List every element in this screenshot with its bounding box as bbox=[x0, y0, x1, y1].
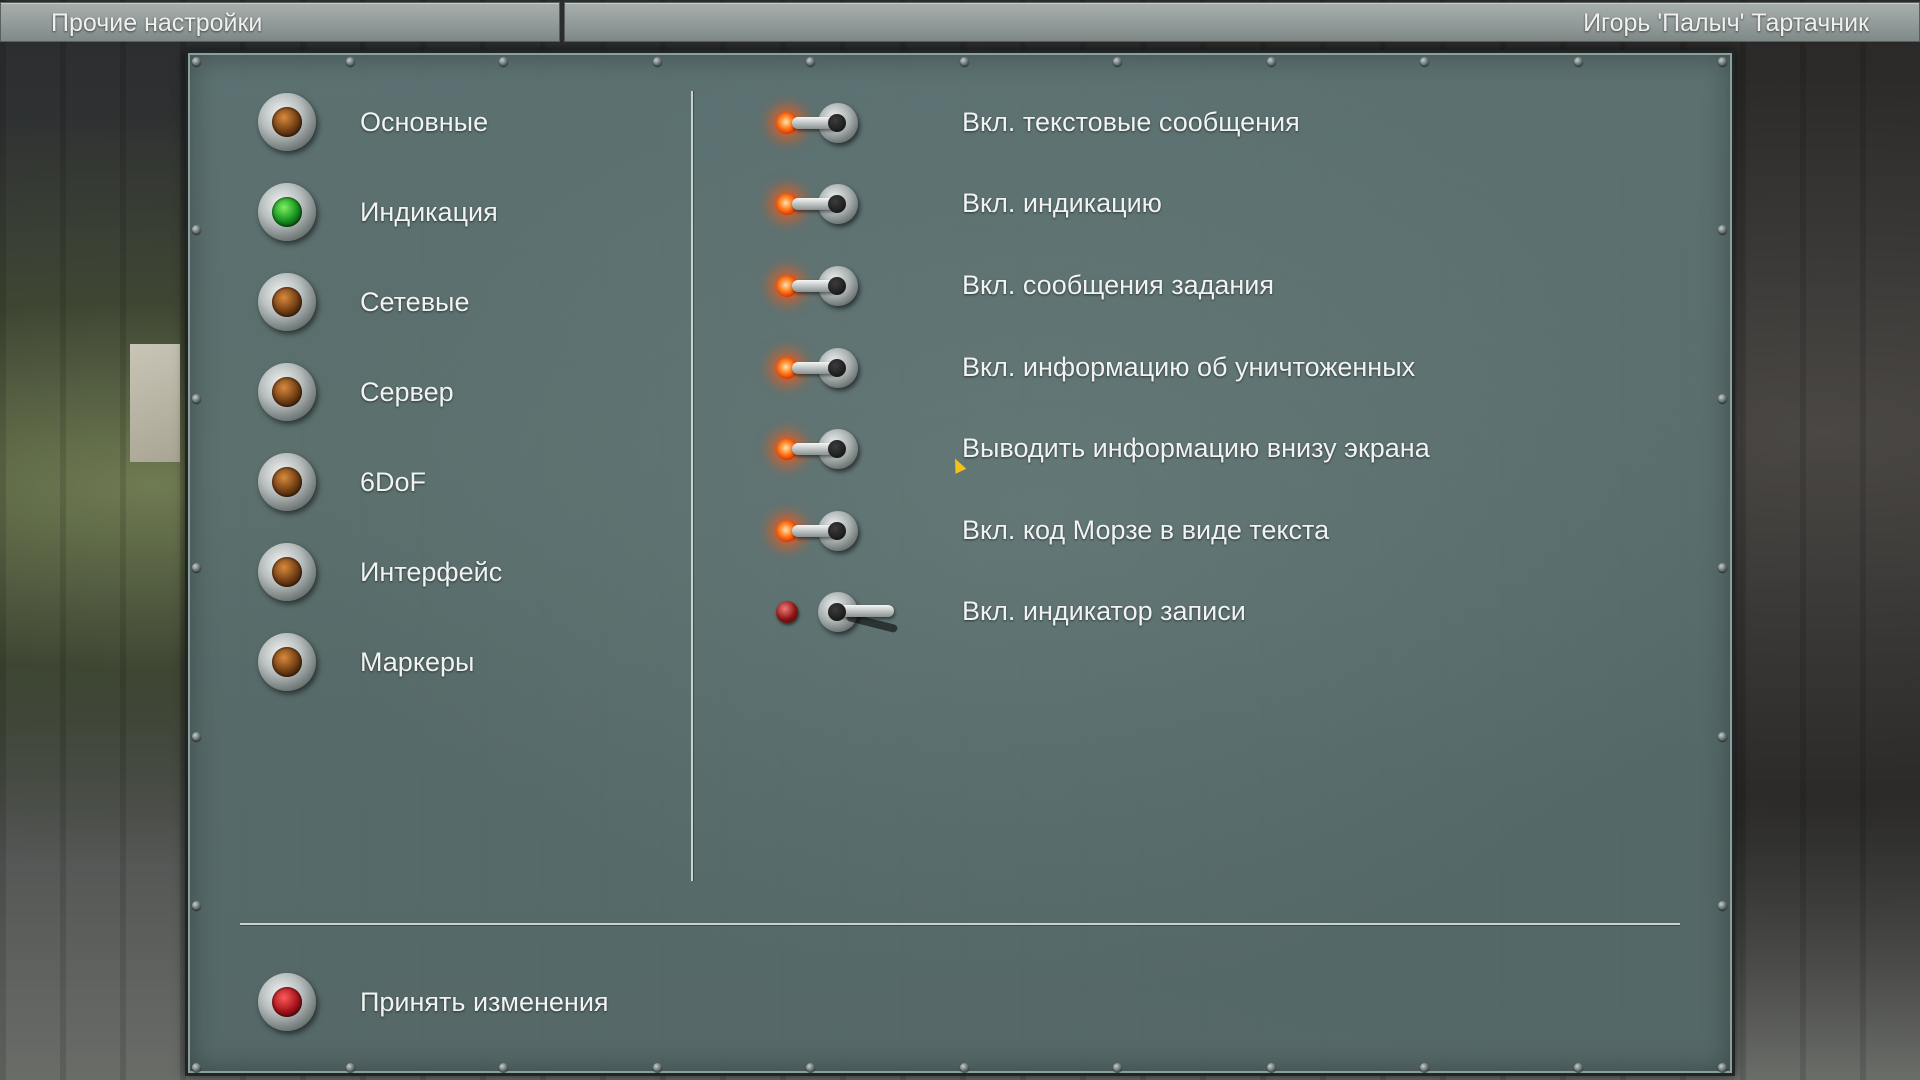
menu-item-indication[interactable]: Индикация bbox=[258, 182, 678, 242]
option-kill-info: Вкл. информацию об уничтоженных bbox=[768, 337, 1668, 397]
option-bottom-info: Выводить информацию внизу экрана bbox=[768, 418, 1668, 478]
option-label: Вкл. текстовые сообщения bbox=[962, 106, 1300, 137]
amber-lamp-icon bbox=[258, 543, 316, 601]
menu-item-interface[interactable]: Интерфейс bbox=[258, 542, 678, 602]
switch-nut bbox=[828, 195, 846, 213]
rivet bbox=[192, 563, 201, 572]
option-indication: Вкл. индикацию bbox=[768, 173, 1668, 233]
toggle-switch[interactable] bbox=[768, 92, 908, 152]
rivet bbox=[1718, 1063, 1727, 1072]
switch-nut bbox=[828, 603, 846, 621]
menu-item-network[interactable]: Сетевые bbox=[258, 272, 678, 332]
rivet bbox=[1113, 1063, 1122, 1072]
rivet bbox=[653, 57, 662, 66]
rivet bbox=[1574, 1063, 1583, 1072]
option-text-messages: Вкл. текстовые сообщения bbox=[768, 92, 1668, 152]
rivet bbox=[192, 394, 201, 403]
rivet bbox=[960, 1063, 969, 1072]
rivet bbox=[346, 57, 355, 66]
amber-lamp-icon bbox=[258, 93, 316, 151]
green-lamp-icon bbox=[258, 183, 316, 241]
background-poster bbox=[130, 344, 180, 462]
switch-nut bbox=[828, 114, 846, 132]
rivet bbox=[1574, 57, 1583, 66]
option-record-indicator: Вкл. индикатор записи bbox=[768, 581, 1668, 641]
option-label: Вкл. сообщения задания bbox=[962, 269, 1275, 300]
toggle-switch[interactable] bbox=[768, 418, 908, 478]
option-label: Вкл. индикацию bbox=[962, 187, 1162, 218]
rivet bbox=[1718, 225, 1727, 234]
option-morse-text: Вкл. код Морзе в виде текста bbox=[768, 500, 1668, 560]
rivet bbox=[192, 1063, 201, 1072]
rivet bbox=[1113, 57, 1122, 66]
rivet bbox=[653, 1063, 662, 1072]
switch-lever bbox=[838, 605, 894, 617]
page-title: Прочие настройки bbox=[0, 2, 560, 42]
rivet bbox=[1267, 57, 1276, 66]
vertical-divider bbox=[691, 91, 693, 881]
rivet bbox=[960, 57, 969, 66]
amber-lamp-icon bbox=[258, 633, 316, 691]
switch-nut bbox=[828, 522, 846, 540]
toggle-switch[interactable] bbox=[768, 337, 908, 397]
option-mission-messages: Вкл. сообщения задания bbox=[768, 255, 1668, 315]
rivet bbox=[192, 225, 201, 234]
toggle-switch[interactable] bbox=[768, 581, 908, 641]
led-off-icon bbox=[776, 601, 798, 623]
rivet bbox=[1718, 563, 1727, 572]
switch-nut bbox=[828, 277, 846, 295]
option-label: Вкл. информацию об уничтоженных bbox=[962, 351, 1416, 382]
menu-item-label: Интерфейс bbox=[360, 556, 503, 587]
apply-changes-button[interactable]: Принять изменения bbox=[258, 972, 678, 1032]
menu-item-label: Маркеры bbox=[360, 646, 475, 677]
rivet bbox=[1718, 394, 1727, 403]
option-label: Вкл. код Морзе в виде текста bbox=[962, 514, 1330, 545]
menu-item-basic[interactable]: Основные bbox=[258, 92, 678, 152]
rivet bbox=[192, 901, 201, 910]
menu-item-label: Сетевые bbox=[360, 286, 470, 317]
menu-item-label: Индикация bbox=[360, 196, 498, 227]
rivet bbox=[1718, 901, 1727, 910]
rivet bbox=[1718, 57, 1727, 66]
toggle-switch[interactable] bbox=[768, 173, 908, 233]
rivet bbox=[192, 57, 201, 66]
menu-item-label: 6DoF bbox=[360, 466, 427, 497]
menu-item-label: Основные bbox=[360, 106, 489, 137]
settings-panel: Основные Индикация Сетевые Сервер 6DoF И… bbox=[185, 50, 1735, 1076]
apply-changes-label: Принять изменения bbox=[360, 986, 609, 1017]
red-lamp-icon bbox=[258, 973, 316, 1031]
amber-lamp-icon bbox=[258, 363, 316, 421]
menu-item-server[interactable]: Сервер bbox=[258, 362, 678, 422]
switch-nut bbox=[828, 440, 846, 458]
rivet bbox=[499, 57, 508, 66]
toggle-switch[interactable] bbox=[768, 255, 908, 315]
option-label: Вкл. индикатор записи bbox=[962, 595, 1246, 626]
menu-item-label: Сервер bbox=[360, 376, 454, 407]
rivet bbox=[346, 1063, 355, 1072]
rivet bbox=[1420, 1063, 1429, 1072]
menu-item-6dof[interactable]: 6DoF bbox=[258, 452, 678, 512]
option-label: Выводить информацию внизу экрана bbox=[962, 432, 1430, 463]
pilot-name: Игорь 'Палыч' Тартачник bbox=[564, 2, 1920, 42]
rivet bbox=[806, 57, 815, 66]
horizontal-divider bbox=[240, 923, 1680, 925]
rivet bbox=[1718, 732, 1727, 741]
switch-nut bbox=[828, 359, 846, 377]
amber-lamp-icon bbox=[258, 453, 316, 511]
toggle-switch[interactable] bbox=[768, 500, 908, 560]
rivet bbox=[192, 732, 201, 741]
rivet bbox=[499, 1063, 508, 1072]
menu-item-markers[interactable]: Маркеры bbox=[258, 632, 678, 692]
top-bar: Прочие настройки Игорь 'Палыч' Тартачник bbox=[0, 0, 1920, 44]
amber-lamp-icon bbox=[258, 273, 316, 331]
rivet bbox=[806, 1063, 815, 1072]
rivet bbox=[1420, 57, 1429, 66]
rivet bbox=[1267, 1063, 1276, 1072]
